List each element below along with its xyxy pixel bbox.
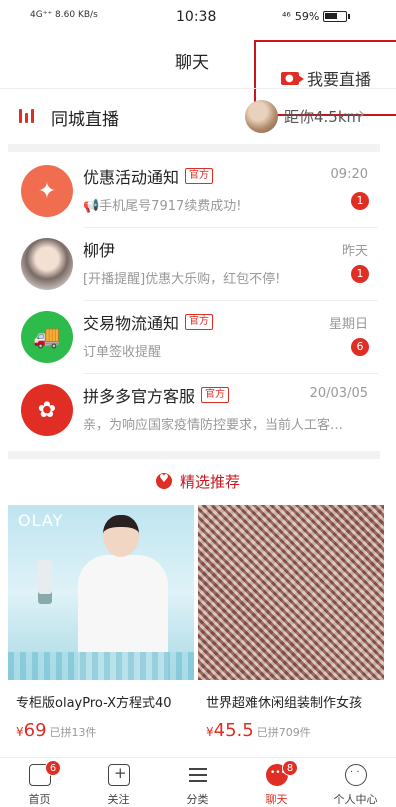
conversation-item-logistics[interactable]: 🚚 交易物流通知 官方 星期日 订单签收提醒 6 [0, 301, 396, 374]
product-bottle [38, 560, 52, 604]
conversation-name-text: 拼多多官方客服 [83, 387, 196, 406]
tab-badge: 8 [282, 760, 298, 776]
chevron-right-icon: › [358, 104, 365, 124]
conversation-name-text: 柳伊 [83, 241, 116, 260]
conversation-time: 20/03/05 [309, 386, 368, 401]
network-status: 4G⁺⁺ 8.60 KB/s [30, 10, 98, 20]
recommend-header: 精选推荐 [0, 462, 396, 500]
battery-icon [323, 11, 351, 22]
official-badge: 官方 [201, 387, 230, 403]
distance-label: 距你4.5km [284, 108, 362, 126]
product-image: OLAY [8, 505, 194, 680]
truck-icon: 🚚 [21, 311, 73, 363]
conversation-name-text: 优惠活动通知 [83, 168, 180, 187]
tab-chat[interactable]: 8 聊天 [237, 758, 316, 807]
conversation-preview: 亲，为响应国家疫情防控要求，当前人工客… [83, 418, 344, 433]
conversation-name: 拼多多官方客服 官方 [83, 383, 230, 407]
tab-profile[interactable]: 个人中心 [316, 758, 395, 807]
product-title: 世界超难休闲组装制作女孩 [206, 696, 363, 711]
system-indicators: ⁴⁶ 59% [282, 10, 351, 23]
camera-icon: ● [281, 71, 304, 85]
tab-home[interactable]: 6 首页 [0, 758, 79, 807]
tab-label: 聊天 [265, 793, 288, 806]
conversation-name-text: 交易物流通知 [83, 314, 180, 333]
tab-badge: 6 [45, 760, 61, 776]
section-divider [8, 451, 380, 459]
streamer-avatar[interactable] [245, 100, 278, 133]
product-title: 专柜版olayPro-X方程式40 [16, 696, 172, 711]
heart-icon [155, 472, 172, 489]
chat-header: 聊天 ● 我要直播 [0, 28, 396, 116]
start-live-label: 我要直播 [307, 70, 372, 89]
tab-label: 分类 [186, 793, 209, 806]
live-bars-icon [19, 109, 34, 123]
brand-logo: OLAY [18, 511, 64, 530]
tab-label: 首页 [28, 793, 51, 806]
product-image [198, 505, 384, 680]
conversation-name: 交易物流通知 官方 [83, 310, 214, 334]
page-title: 聊天 [175, 53, 209, 73]
list-icon [187, 764, 209, 786]
tag-icon: ✦ [21, 165, 73, 217]
user-avatar [21, 238, 73, 290]
face-icon [345, 764, 367, 786]
conversation-time: 星期日 [328, 317, 368, 332]
recommend-title: 精选推荐 [179, 472, 240, 491]
bottom-tab-bar: 6 首页 关注 分类 8 聊天 个人中心 [0, 757, 396, 807]
unread-badge: 1 [351, 192, 369, 210]
conversation-time: 09:20 [330, 167, 368, 182]
tab-label: 个人中心 [333, 793, 378, 806]
price-value: 69 [23, 720, 47, 741]
conversation-item-promo[interactable]: ✦ 优惠活动通知 官方 09:20 📢手机尾号7917续费成功! 1 [0, 155, 396, 228]
tab-label: 关注 [107, 793, 130, 806]
conversation-name: 柳伊 [83, 237, 115, 261]
currency-symbol: ¥ [206, 725, 214, 739]
conversation-time: 昨天 [341, 244, 368, 259]
price-value: 45.5 [213, 720, 254, 741]
unread-badge: 1 [351, 265, 369, 283]
tab-category[interactable]: 分类 [158, 758, 237, 807]
tab-follow[interactable]: 关注 [79, 758, 158, 807]
status-bar: 4G⁺⁺ 8.60 KB/s 10:38 ⁴⁶ 59% [0, 0, 396, 28]
conversation-name: 优惠活动通知 官方 [83, 164, 214, 188]
battery-percent: 59% [294, 10, 320, 23]
product-card[interactable]: OLAY 专柜版olayPro-X方程式40 ¥69 已拼13件 [8, 505, 194, 755]
conversation-preview: [开播提醒]优惠大乐购，红包不停! [83, 272, 281, 287]
official-badge: 官方 [185, 168, 214, 184]
plus-square-icon [108, 764, 130, 786]
clock: 10:38 [176, 9, 217, 25]
conversation-item-customer-service[interactable]: ✿ 拼多多官方客服 官方 20/03/05 亲，为响应国家疫情防控要求，当前人工… [0, 374, 396, 447]
sold-count: 已拼709件 [256, 726, 311, 739]
conversation-preview: 订单签收提醒 [83, 345, 162, 360]
local-live-title: 同城直播 [51, 110, 119, 130]
product-price: ¥69 已拼13件 [16, 720, 97, 741]
local-live-row[interactable]: 同城直播 距你4.5km › [0, 88, 396, 144]
official-badge: 官方 [185, 314, 214, 330]
unread-badge: 6 [351, 338, 369, 356]
sold-count: 已拼13件 [49, 726, 97, 739]
pdd-logo: ✿ [21, 384, 73, 436]
currency-symbol: ¥ [16, 725, 24, 739]
section-divider [8, 144, 380, 152]
decorative-wave [8, 652, 194, 680]
conversation-item-liuyi[interactable]: 柳伊 昨天 [开播提醒]优惠大乐购，红包不停! 1 [0, 228, 396, 301]
conversation-preview: 📢手机尾号7917续费成功! [83, 199, 242, 214]
product-card[interactable]: 世界超难休闲组装制作女孩 ¥45.5 已拼709件 [198, 505, 384, 755]
signal-indicator: ⁴⁶ [282, 10, 291, 23]
product-price: ¥45.5 已拼709件 [206, 720, 311, 741]
